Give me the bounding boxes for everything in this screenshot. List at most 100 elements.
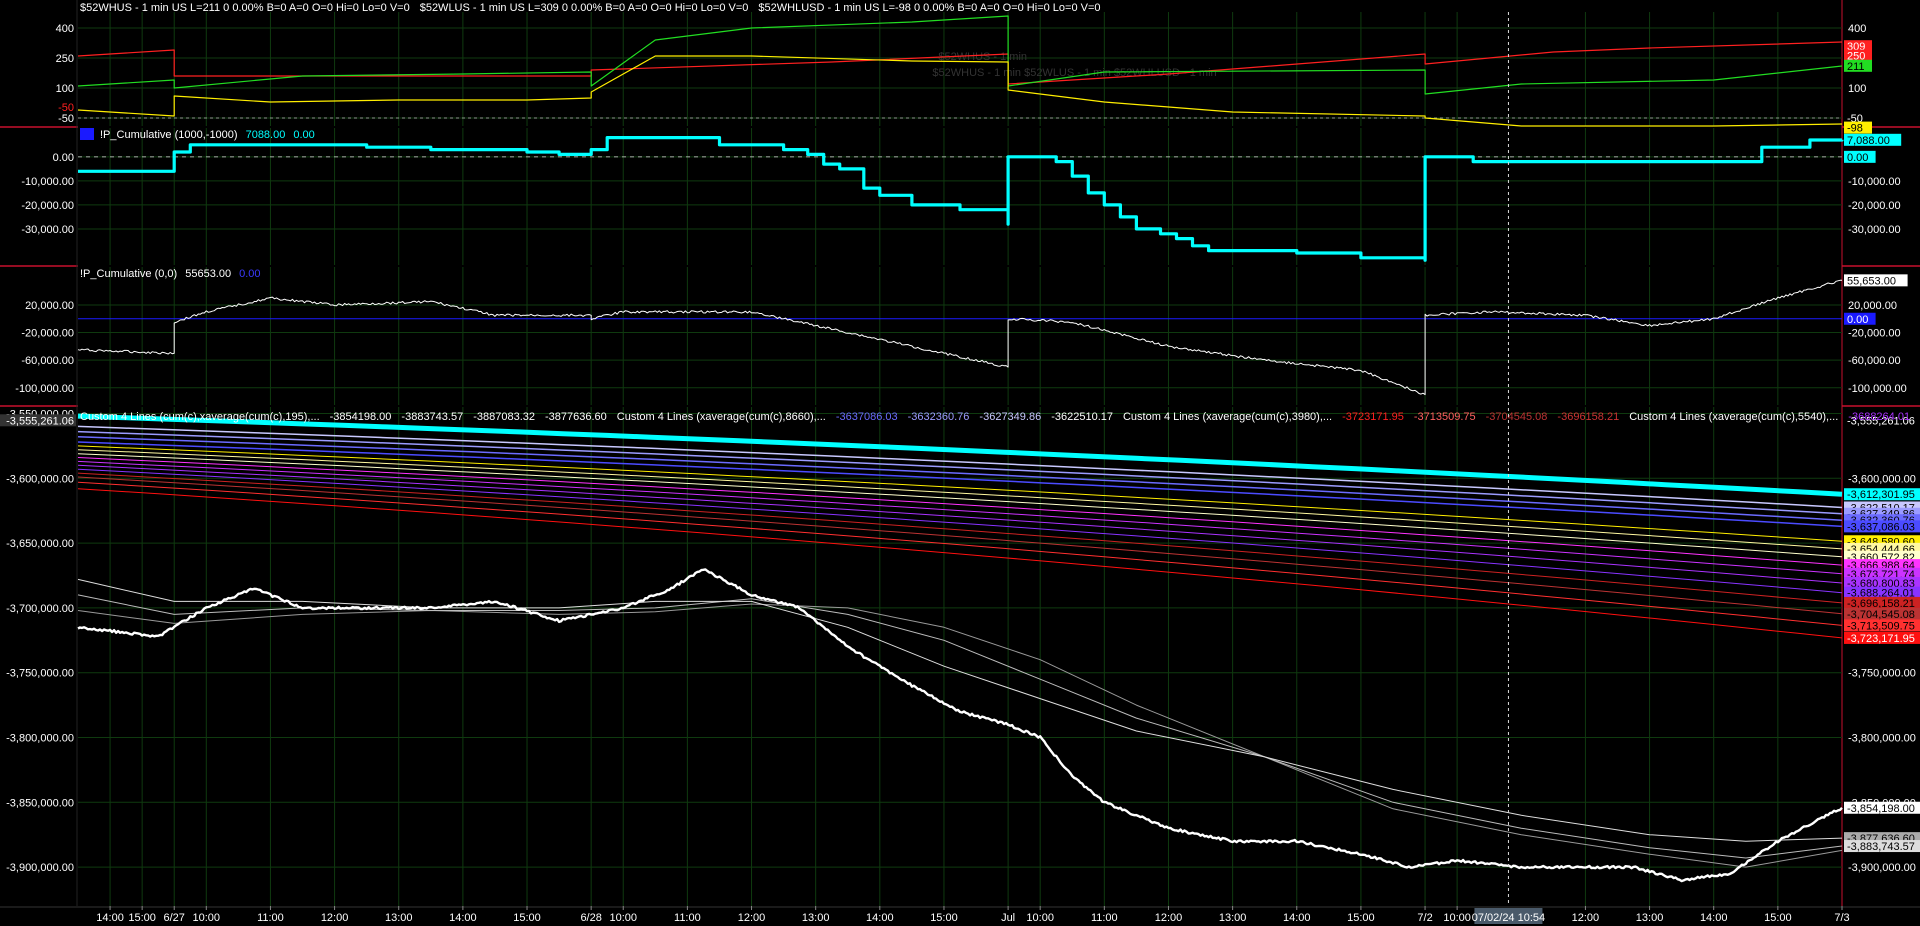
- p3-left-tick-label: -60,000.00: [21, 355, 74, 367]
- p4-value-badge-label: -3,637,086.03: [1847, 521, 1915, 533]
- x-axis-tick-label: Jul: [1001, 912, 1015, 924]
- x-axis-tick-label: 7/2: [1417, 912, 1432, 924]
- x-axis-tick-label: 12:00: [1572, 912, 1600, 924]
- p4-right-tick-label: -3,750,000.00: [1848, 668, 1916, 680]
- p4-left-tick-label: -3,750,000.00: [6, 668, 74, 680]
- p4-right-tick-label: -3,800,000.00: [1848, 733, 1916, 745]
- p2-value-badge-label: 7,088.00: [1847, 135, 1890, 147]
- p1-left-tick-label: 250: [56, 53, 74, 65]
- crosshair-time-label: 07/02/24 10:54: [1472, 912, 1545, 924]
- p1-value-badge-label: 211: [1847, 61, 1865, 73]
- x-axis-tick-label: 13:00: [1636, 912, 1664, 924]
- p4-header-text-12: -3713509.75: [1414, 411, 1476, 423]
- x-axis-tick-label: 14:00: [449, 912, 477, 924]
- p4-left-tick-label: -3,850,000.00: [6, 797, 74, 809]
- p3-right-tick-label: -100,000.00: [1848, 383, 1907, 395]
- p4-header-text-8: -3627349.86: [979, 411, 1041, 423]
- p2-header-value-1: 0.00: [293, 129, 314, 141]
- p3-title: !P_Cumulative (0,0): [80, 268, 177, 280]
- p2-left-tick-label: 0.00: [53, 152, 74, 164]
- x-axis-tick-label: 14:00: [866, 912, 894, 924]
- p4-left-value-badge-label: -3,555,261.06: [6, 415, 74, 427]
- x-axis-tick-label: 13:00: [802, 912, 830, 924]
- p4-header-text-16: -3688264.01: [1848, 411, 1910, 423]
- p3-value-badge-label: 0.00: [1847, 314, 1868, 326]
- p3-left-tick-label: -20,000.00: [21, 328, 74, 340]
- p2-value-badge-label: 0.00: [1847, 152, 1868, 164]
- x-axis-tick-label: 10:00: [609, 912, 637, 924]
- p4-right-tick-label: -3,600,000.00: [1848, 473, 1916, 485]
- x-axis-tick-label: 13:00: [385, 912, 413, 924]
- x-axis-tick-label: 15:00: [1347, 912, 1375, 924]
- x-axis-tick-label: 10:00: [1026, 912, 1054, 924]
- p2-header-value-0: 7088.00: [246, 129, 286, 141]
- p4-value-badge-label: -3,854,198.00: [1847, 803, 1915, 815]
- p4-header-text-0: Custom 4 Lines (cum(c),xaverage(cum(c),1…: [80, 411, 320, 423]
- x-axis-tick-label: 11:00: [1091, 912, 1118, 924]
- x-axis-tick-label: 15:00: [513, 912, 541, 924]
- p3-right-tick-label: 20,000.00: [1848, 300, 1897, 312]
- x-axis-tick-label: 12:00: [1155, 912, 1183, 924]
- p3-left-tick-label: -100,000.00: [15, 383, 74, 395]
- p2-left-tick-label: -10,000.00: [21, 176, 74, 188]
- p4-header-text-6: -3637086.03: [836, 411, 898, 423]
- p3-header-value-1: 0.00: [239, 268, 260, 280]
- p1-value-badge-label: -98: [1847, 123, 1863, 135]
- p4-value-badge-label: -3,723,171.95: [1847, 633, 1915, 645]
- p2-title: !P_Cumulative (1000,-1000): [100, 129, 238, 141]
- p1-header-text-0: $52WHUS - 1 min US L=211 0 0.00% B=0 A=0…: [80, 2, 410, 14]
- x-axis-tick-label: 14:00: [1283, 912, 1311, 924]
- p1-left-tick-label: 100: [56, 83, 74, 95]
- p3-right-tick-label: -60,000.00: [1848, 355, 1901, 367]
- p4-header-text-2: -3883743.57: [401, 411, 463, 423]
- p2-left-tick-label: -30,000.00: [21, 224, 74, 236]
- p4-value-badge-label: -3,612,301.95: [1847, 489, 1915, 501]
- x-axis-tick-label: 15:00: [930, 912, 958, 924]
- p4-header-text-15: Custom 4 Lines (xaverage(cum(c),5540),..…: [1629, 411, 1838, 423]
- p3-right-tick-label: -20,000.00: [1848, 328, 1901, 340]
- p4-header-text-14: -3696158.21: [1557, 411, 1619, 423]
- p1-left-marker: -50: [58, 102, 74, 114]
- p2-right-tick-label: -20,000.00: [1848, 200, 1901, 212]
- p3-left-tick-label: 20,000.00: [25, 300, 74, 312]
- p4-header-text-3: -3887083.32: [473, 411, 535, 423]
- x-axis-tick-label: 6/28: [580, 912, 601, 924]
- p4-header-text-10: Custom 4 Lines (xaverage(cum(c),3980),..…: [1123, 411, 1332, 423]
- p4-header-text-5: Custom 4 Lines (xaverage(cum(c),8660),..…: [617, 411, 826, 423]
- p4-value-badge-label: -3,883,743.57: [1847, 841, 1915, 853]
- p4-left-tick-label: -3,600,000.00: [6, 473, 74, 485]
- p4-header-text-9: -3622510.17: [1051, 411, 1113, 423]
- x-axis-tick-label: 13:00: [1219, 912, 1247, 924]
- trading-chart[interactable]: 400250100-50400250100-50$52WHUS - 1 min$…: [0, 0, 1920, 926]
- x-axis-tick-label: 6/27: [164, 912, 185, 924]
- p4-header-text-13: -3704545.08: [1486, 411, 1548, 423]
- x-axis-tick-label: 15:00: [1764, 912, 1792, 924]
- p3-header-value-0: 55653.00: [185, 268, 231, 280]
- p1-left-tick-label: -50: [58, 113, 74, 125]
- p4-left-tick-label: -3,800,000.00: [6, 733, 74, 745]
- p4-header-text-1: -3854198.00: [330, 411, 392, 423]
- p4-left-tick-label: -3,700,000.00: [6, 603, 74, 615]
- p4-header-text-7: -3632360.76: [908, 411, 970, 423]
- p4-value-badge-label: -3,713,509.75: [1847, 620, 1915, 632]
- p4-header-text-4: -3877636.60: [545, 411, 607, 423]
- p4-value-badge-label: -3,704,545.08: [1847, 609, 1915, 621]
- p2-indicator-icon[interactable]: [80, 128, 94, 140]
- x-axis-tick-label: 7/3: [1834, 912, 1849, 924]
- x-axis-tick-label: 15:00: [128, 912, 156, 924]
- x-axis-tick-label: 10:00: [1443, 912, 1471, 924]
- p1-header-text-2: $52WHLUSD - 1 min US L=-98 0 0.00% B=0 A…: [758, 2, 1100, 14]
- x-axis-tick-label: 11:00: [674, 912, 701, 924]
- p2-right-tick-label: -30,000.00: [1848, 224, 1901, 236]
- p4-left-tick-label: -3,650,000.00: [6, 538, 74, 550]
- p1-right-tick-label: 400: [1848, 23, 1866, 35]
- x-axis-tick-label: 10:00: [193, 912, 221, 924]
- p3-value-badge-label: 55,653.00: [1847, 275, 1896, 287]
- x-axis-tick-label: 11:00: [257, 912, 284, 924]
- p2-left-tick-label: -20,000.00: [21, 200, 74, 212]
- x-axis-tick-label: 14:00: [96, 912, 124, 924]
- p1-right-tick-label: 100: [1848, 83, 1866, 95]
- p2-right-tick-label: -10,000.00: [1848, 176, 1901, 188]
- p4-right-tick-label: -3,900,000.00: [1848, 862, 1916, 874]
- x-axis-tick-label: 12:00: [321, 912, 349, 924]
